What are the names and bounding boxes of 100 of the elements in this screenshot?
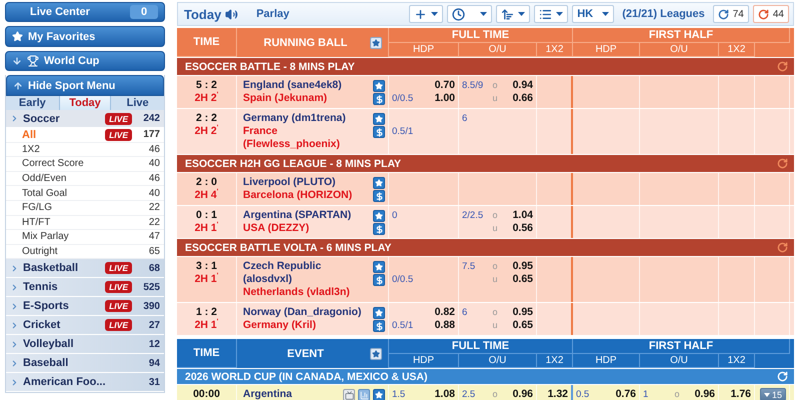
odds-value[interactable]: 1.00 (434, 92, 455, 105)
team-name[interactable]: Spain (Jekunam) (243, 92, 371, 105)
odds-value[interactable]: 0.65 (501, 273, 533, 286)
dollar-icon[interactable] (373, 274, 385, 286)
odds-value[interactable]: 0.94 (501, 79, 533, 92)
leagues-link[interactable]: (21/21) Leagues (622, 8, 705, 20)
dropdown-button[interactable] (496, 5, 530, 23)
odds-value[interactable]: 0.82 (434, 306, 455, 319)
market-item[interactable]: Outright 65 (6, 244, 164, 260)
world-cup-bar[interactable]: World Cup (5, 51, 165, 71)
dollar-icon[interactable] (373, 320, 385, 332)
sport-item[interactable]: Volleyball 12 (6, 335, 164, 354)
market-item[interactable]: FG/LG 22 (6, 200, 164, 216)
sport-tab[interactable]: Live (111, 96, 164, 110)
total-line: 2/2.5 (462, 209, 484, 222)
dollar-icon[interactable] (373, 190, 385, 202)
dropdown-button[interactable] (447, 5, 492, 23)
sort-icon (501, 8, 514, 20)
match-score: 3 : 1 (196, 260, 217, 273)
odds-value[interactable]: 0.96 (683, 388, 715, 400)
total-line: 6 (462, 306, 468, 319)
refresh-button[interactable]: 74 (712, 5, 749, 23)
odds-value[interactable]: 0.56 (501, 222, 533, 235)
match-score: 0 : 1 (196, 209, 217, 222)
star-icon[interactable] (373, 389, 385, 400)
speaker-icon[interactable] (225, 8, 238, 20)
dropdown-button[interactable] (534, 5, 568, 23)
odds-value[interactable]: 1.32 (540, 388, 568, 400)
favorites-icon[interactable] (370, 348, 382, 360)
market-item[interactable]: Odd/Even 46 (6, 172, 164, 186)
match-score: 5 : 2 (196, 79, 217, 92)
odds-type-select[interactable]: HK (572, 5, 614, 23)
odds-value[interactable]: 1.04 (501, 209, 533, 222)
sport-item[interactable]: American Foo... 31 (6, 373, 164, 392)
dollar-icon[interactable] (373, 126, 385, 138)
live-badge: LIVE (105, 128, 132, 141)
dropdown-button[interactable] (409, 5, 444, 23)
odds-value[interactable]: 0.70 (434, 79, 455, 92)
match-period: 2H 1$^{'}$ (194, 222, 218, 235)
sport-item[interactable]: Soccer LIVE 242 (6, 110, 164, 128)
star-icon[interactable] (373, 307, 385, 319)
sport-tab[interactable]: Early (6, 96, 59, 110)
market-item[interactable]: 1X2 46 (6, 142, 164, 158)
odds-value[interactable]: 1.76 (722, 388, 751, 400)
star-icon[interactable] (373, 177, 385, 189)
odds-value[interactable]: 1.08 (434, 388, 455, 400)
star-icon[interactable] (373, 80, 385, 92)
team-name[interactable]: Germany (Kril) (243, 319, 371, 332)
market-item[interactable]: All LIVE 177 (6, 128, 164, 143)
team-name[interactable]: Netherlands (vladl3n) (243, 286, 371, 299)
odds-value[interactable]: 0.66 (501, 92, 533, 105)
sport-item[interactable]: Baseball 94 (6, 354, 164, 374)
chart-icon[interactable] (358, 389, 370, 400)
team-name[interactable]: Barcelona (HORIZON) (243, 189, 371, 202)
team-name[interactable]: USA (DEZZY) (243, 222, 371, 235)
sport-tab[interactable]: Today (58, 96, 112, 110)
odds-value[interactable]: 0.95 (501, 306, 533, 319)
team-name[interactable]: Liverpool (PLUTO) (243, 176, 371, 189)
favorites-icon[interactable] (370, 36, 382, 48)
team-name[interactable]: Norway (Dan_dragonio) (243, 306, 371, 319)
sport-item[interactable]: Basketball LIVE 68 (6, 259, 164, 278)
odds-value[interactable]: 0.65 (501, 319, 533, 332)
market-item[interactable]: HT/FT 22 (6, 216, 164, 230)
over-under-label: o (491, 209, 498, 222)
team-name[interactable]: Argentina (243, 388, 341, 400)
over-under-label: o (491, 388, 498, 400)
sport-item[interactable]: Cricket LIVE 27 (6, 316, 164, 336)
team-name[interactable]: France (Flewless_phoenix) (243, 125, 371, 151)
more-bets-button[interactable]: 15 (760, 388, 786, 400)
market-item[interactable]: Correct Score 40 (6, 157, 164, 172)
refresh-button[interactable]: 44 (752, 5, 789, 23)
team-name[interactable]: Argentina (SPARTAN) (243, 209, 371, 222)
market-item[interactable]: Total Goal 40 (6, 186, 164, 201)
parlay-link[interactable]: Parlay (256, 8, 406, 20)
odds-value[interactable]: 0.88 (434, 319, 455, 332)
dollar-icon[interactable] (373, 93, 385, 105)
tv-icon[interactable] (343, 389, 355, 400)
odds-value[interactable]: 0.76 (616, 388, 636, 400)
dollar-icon[interactable] (373, 223, 385, 235)
favorites-bar[interactable]: My Favorites (5, 26, 165, 47)
star-icon[interactable] (373, 113, 385, 125)
team-name[interactable]: Germany (dm1trena) (243, 112, 371, 125)
star-icon[interactable] (373, 261, 385, 273)
odds-value[interactable]: 0.95 (501, 260, 533, 273)
live-center-bar[interactable]: Live Center 0 (5, 2, 165, 22)
sport-item[interactable]: E-Sports LIVE 390 (6, 297, 164, 316)
sport-item[interactable]: Tennis LIVE 525 (6, 278, 164, 298)
arrow-down-icon (12, 56, 22, 66)
live-badge: LIVE (105, 112, 132, 124)
over-under-label: u (491, 222, 498, 235)
team-name[interactable]: Czech Republic (alosdvxl) (243, 260, 371, 286)
hide-menu-bar[interactable]: Hide Sport Menu (6, 75, 164, 96)
star-icon[interactable] (373, 210, 385, 222)
team-name[interactable]: England (sane4ek8) (243, 79, 371, 92)
market-item[interactable]: Mix Parlay 47 (6, 230, 164, 245)
handicap-line: 0.5/1 (392, 125, 414, 138)
match-period: 2H 1$^{'}$ (194, 273, 218, 286)
odds-value[interactable]: 0.96 (501, 388, 533, 400)
match-score: 2 : 2 (196, 112, 217, 125)
handicap-line: 1.5 (392, 388, 406, 400)
